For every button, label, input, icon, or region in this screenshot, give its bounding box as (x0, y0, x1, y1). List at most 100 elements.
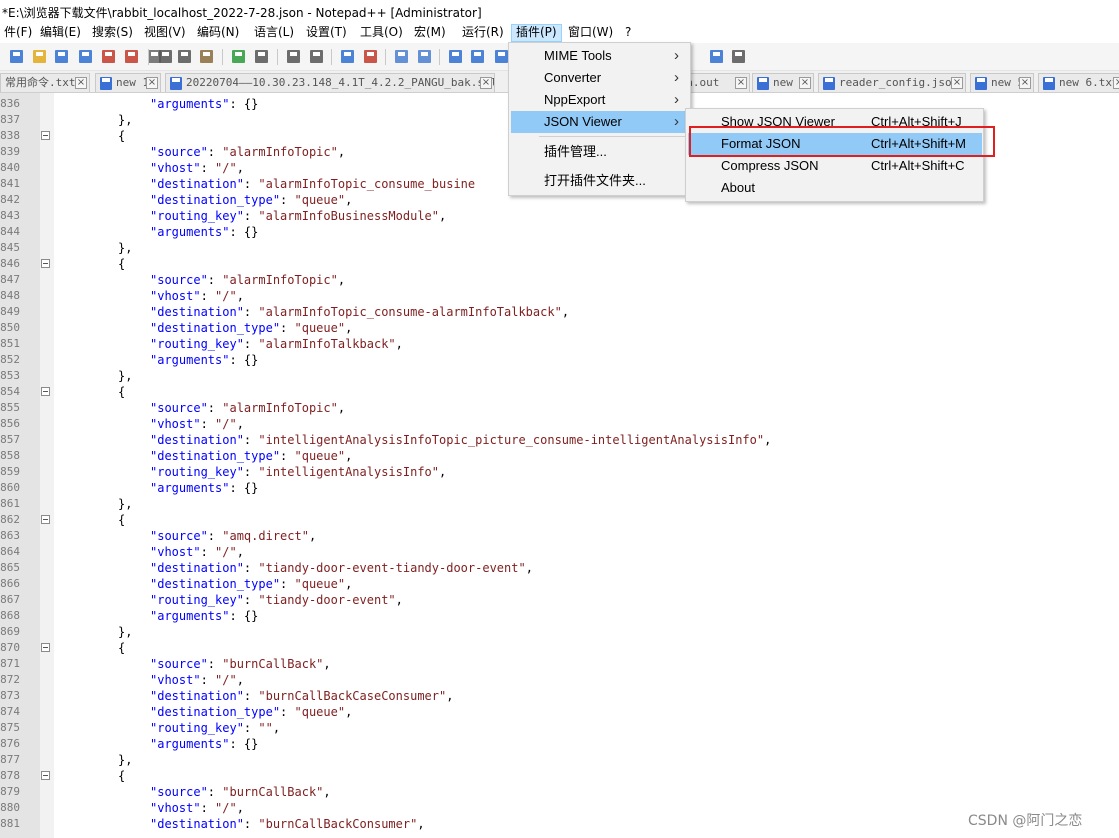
code-line: 844 "arguments": {} (0, 224, 1119, 240)
menu-item-4[interactable]: 编码(N) (193, 24, 243, 42)
menu-item-2[interactable]: 搜索(S) (88, 24, 137, 42)
tab-6[interactable]: new 5 × (970, 73, 1034, 92)
new-file-icon[interactable] (8, 48, 25, 65)
save-all-icon[interactable] (77, 48, 94, 65)
tab-label: 20220704——10.30.23.148_4.1T_4.2.2_PANGU_… (186, 76, 495, 89)
code-token: , (308, 529, 317, 543)
fold-toggle-icon[interactable] (41, 515, 50, 524)
zoom-out-icon[interactable] (362, 48, 379, 65)
tab-close-icon[interactable]: × (735, 77, 747, 89)
redo-icon[interactable] (253, 48, 270, 65)
code-line: 863 "source": "amq.direct", (0, 528, 1119, 544)
code-token: , (525, 561, 533, 575)
code-token: , (395, 593, 403, 607)
sync-horizontal-icon[interactable] (416, 48, 433, 65)
code-line: 853}, (0, 368, 1119, 384)
code-line: 843 "routing_key": "alarmInfoBusinessModu… (0, 208, 1119, 224)
paste-icon[interactable] (198, 48, 215, 65)
menu-item-1[interactable]: 编辑(E) (36, 24, 85, 42)
menu-item-8[interactable]: 宏(M) (410, 24, 450, 42)
tab-close-icon[interactable]: × (75, 77, 87, 89)
fold-toggle-icon[interactable] (41, 131, 50, 140)
menu-item-11[interactable]: 窗口(W) (564, 24, 617, 42)
tab-close-icon[interactable]: × (1113, 77, 1119, 89)
code-token: , (337, 273, 346, 287)
menu-item-6[interactable]: 设置(T) (302, 24, 351, 42)
replace-icon[interactable] (308, 48, 325, 65)
tab-close-icon[interactable]: × (799, 77, 811, 89)
open-file-icon[interactable] (31, 48, 48, 65)
word-wrap-icon[interactable] (447, 48, 464, 65)
menu-bar: 件(F) 编辑(E) 搜索(S) 视图(V) 编码(N) 语言(L) 设置(T) 工具(O) 宏… (0, 22, 1119, 43)
code-text: { (118, 768, 125, 784)
menu-item-7[interactable]: 工具(O) (356, 24, 407, 42)
tab-5[interactable]: reader_config.json × (818, 73, 966, 92)
tab-close-icon[interactable]: × (1019, 77, 1031, 89)
tab-0[interactable]: 常用命令.txt × (0, 73, 90, 92)
code-token: , (439, 209, 447, 223)
menu-item-0[interactable]: 件(F) (0, 24, 36, 42)
editor[interactable]: 836 "arguments": {} 837}, 838{839 "source": … (0, 93, 1119, 838)
window-title: *E:\浏览器下载文件\rabbit_localhost_2022-7-28.j… (0, 0, 1119, 22)
close-all-icon[interactable] (123, 48, 140, 65)
plugin-menu-item-0[interactable]: MIME Tools › (511, 45, 689, 67)
code-token: : {} (229, 737, 259, 751)
run-macro-icon[interactable] (708, 48, 725, 65)
menu-item-9[interactable]: 运行(R) (458, 24, 508, 42)
line-number: 867 (0, 593, 20, 606)
json-viewer-item-2[interactable]: Compress JSON Ctrl+Alt+Shift+C (688, 155, 982, 177)
json-viewer-item-3[interactable]: About (688, 177, 982, 199)
copy-icon[interactable] (176, 48, 193, 65)
code-token: { (118, 257, 126, 271)
code-token: }, (118, 753, 133, 767)
plugin-menu-item-5[interactable]: 打开插件文件夹... (511, 170, 689, 192)
menu-item-10[interactable]: 插件(P) (511, 24, 562, 42)
code-token: : (200, 289, 216, 303)
code-token: , (236, 545, 244, 559)
close-icon[interactable] (100, 48, 117, 65)
code-token: "intelligentAnalysisInfo" (258, 465, 439, 479)
tab-label: new 1 (116, 76, 150, 89)
plugin-menu-item-3[interactable]: JSON Viewer › (511, 111, 689, 133)
plugin-menu-item-1[interactable]: Converter › (511, 67, 689, 89)
fold-toggle-icon[interactable] (41, 259, 50, 268)
json-viewer-item-label: About (721, 180, 755, 195)
code-token: : {} (229, 353, 259, 367)
tab-close-icon[interactable]: × (146, 77, 158, 89)
fold-toggle-icon[interactable] (41, 643, 50, 652)
tab-1[interactable]: new 1 × (95, 73, 161, 92)
save-macro-icon[interactable] (730, 48, 747, 65)
code-token: : (207, 273, 223, 287)
code-text: "arguments": {} (150, 608, 258, 624)
save-icon[interactable] (53, 48, 70, 65)
sync-vertical-icon[interactable] (393, 48, 410, 65)
find-icon[interactable] (285, 48, 302, 65)
show-all-chars-icon[interactable] (469, 48, 486, 65)
zoom-in-icon[interactable] (339, 48, 356, 65)
code-token: "destination" (150, 177, 244, 191)
menu-item-3[interactable]: 视图(V) (140, 24, 190, 42)
tab-7[interactable]: new 6.txt× (1038, 73, 1119, 92)
code-token: : (200, 545, 216, 559)
code-token: { (118, 129, 126, 143)
code-token: "tiandy-door-event-tiandy-door-event" (258, 561, 526, 575)
tab-2[interactable]: 20220704——10.30.23.148_4.1T_4.2.2_PANGU_… (165, 73, 495, 92)
menu-item-12[interactable]: ? (621, 24, 635, 42)
tab-4[interactable]: new 4 × (752, 73, 814, 92)
code-token: , (236, 289, 244, 303)
code-token: "/" (215, 289, 237, 303)
code-text: }, (118, 368, 132, 384)
plugin-menu-item-4[interactable]: 插件管理... (511, 141, 689, 163)
fold-toggle-icon[interactable] (41, 771, 50, 780)
plugin-menu-item-2[interactable]: NppExport › (511, 89, 689, 111)
line-number: 868 (0, 609, 20, 622)
cut-icon[interactable] (157, 48, 174, 65)
tab-close-icon[interactable]: × (951, 77, 963, 89)
fold-toggle-icon[interactable] (41, 387, 50, 396)
undo-icon[interactable] (230, 48, 247, 65)
tab-close-icon[interactable]: × (480, 77, 492, 89)
menu-item-5[interactable]: 语言(L) (250, 24, 298, 42)
code-token: "destination_type" (150, 705, 281, 719)
plugin-menu-item-label: 打开插件文件夹... (544, 173, 646, 188)
tab-label: new 6.txt (1059, 76, 1119, 89)
